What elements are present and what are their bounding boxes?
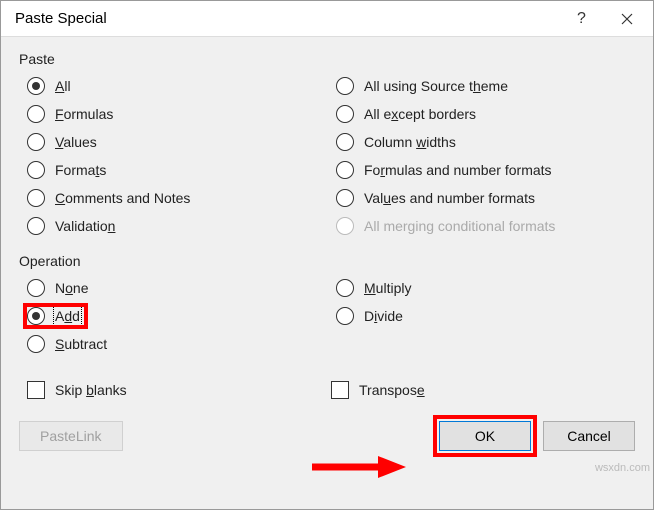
radio-formulas[interactable]: Formulas [27,105,326,123]
watermark: wsxdn.com [595,462,650,474]
radio-icon [336,217,354,235]
paste-options-grid: All All using Source theme Formulas All … [19,75,635,243]
radio-none[interactable]: None [27,279,326,297]
radio-icon [27,77,45,95]
radio-icon [27,217,45,235]
radio-icon [27,189,45,207]
radio-icon [27,161,45,179]
paste-special-dialog: Paste Special ? Paste All All using Sour… [0,0,654,510]
radio-icon [336,307,354,325]
radio-label: Values [55,134,97,150]
radio-icon [27,133,45,151]
radio-icon [336,161,354,179]
radio-label: All merging conditional formats [364,218,555,234]
checkbox-icon [331,381,349,399]
radio-formats[interactable]: Formats [27,161,326,179]
radio-label: All [55,78,71,94]
radio-label: Multiply [364,280,411,296]
checkbox-skip-blanks[interactable]: Skip blanks [27,381,331,399]
radio-formulas-number-formats[interactable]: Formulas and number formats [336,161,635,179]
checkbox-icon [27,381,45,399]
operation-section: Operation None Multiply Add Divide [19,253,635,361]
close-icon [621,13,633,25]
radio-column-widths[interactable]: Column widths [336,133,635,151]
title-bar: Paste Special ? [1,1,653,37]
radio-label: None [55,280,89,296]
checkbox-label: Skip blanks [55,382,127,398]
radio-icon [336,279,354,297]
close-button[interactable] [604,1,649,36]
radio-icon [27,335,45,353]
radio-values-number-formats[interactable]: Values and number formats [336,189,635,207]
radio-comments-notes[interactable]: Comments and Notes [27,189,326,207]
radio-label: Subtract [55,336,107,352]
radio-validation[interactable]: Validation [27,217,326,235]
radio-label: Validation [55,218,115,234]
radio-label: Formulas and number formats [364,162,552,178]
radio-icon [27,279,45,297]
radio-add[interactable]: Add [25,305,86,327]
radio-label: Comments and Notes [55,190,190,206]
radio-label: Add [55,308,80,324]
paste-section-label: Paste [19,51,635,67]
radio-label: Divide [364,308,403,324]
radio-icon [336,189,354,207]
radio-subtract[interactable]: Subtract [27,335,326,353]
radio-all-source-theme[interactable]: All using Source theme [336,77,635,95]
radio-all-merging-conditional: All merging conditional formats [336,217,635,235]
radio-icon [336,105,354,123]
operation-options-grid: None Multiply Add Divide Subtract [19,277,635,361]
radio-all-except-borders[interactable]: All except borders [336,105,635,123]
help-button[interactable]: ? [559,1,604,36]
radio-label: Values and number formats [364,190,535,206]
paste-link-button: Paste Link [19,421,123,451]
radio-icon [27,307,45,325]
radio-label: All except borders [364,106,476,122]
radio-multiply[interactable]: Multiply [336,279,635,297]
radio-label: Column widths [364,134,456,150]
operation-section-label: Operation [19,253,635,269]
checkbox-label: Transpose [359,382,425,398]
radio-all[interactable]: All [27,77,326,95]
radio-icon [27,105,45,123]
radio-icon [336,77,354,95]
ok-button[interactable]: OK [439,421,531,451]
dialog-title: Paste Special [15,10,559,27]
button-row: Paste Link OK Cancel [19,421,635,451]
checkbox-row: Skip blanks Transpose [19,371,635,399]
radio-label: All using Source theme [364,78,508,94]
radio-label: Formats [55,162,106,178]
radio-values[interactable]: Values [27,133,326,151]
radio-divide[interactable]: Divide [336,307,635,325]
radio-label: Formulas [55,106,113,122]
radio-icon [336,133,354,151]
paste-section: Paste All All using Source theme Formula… [19,51,635,243]
cancel-button[interactable]: Cancel [543,421,635,451]
checkbox-transpose[interactable]: Transpose [331,381,635,399]
dialog-content: Paste All All using Source theme Formula… [1,37,653,509]
